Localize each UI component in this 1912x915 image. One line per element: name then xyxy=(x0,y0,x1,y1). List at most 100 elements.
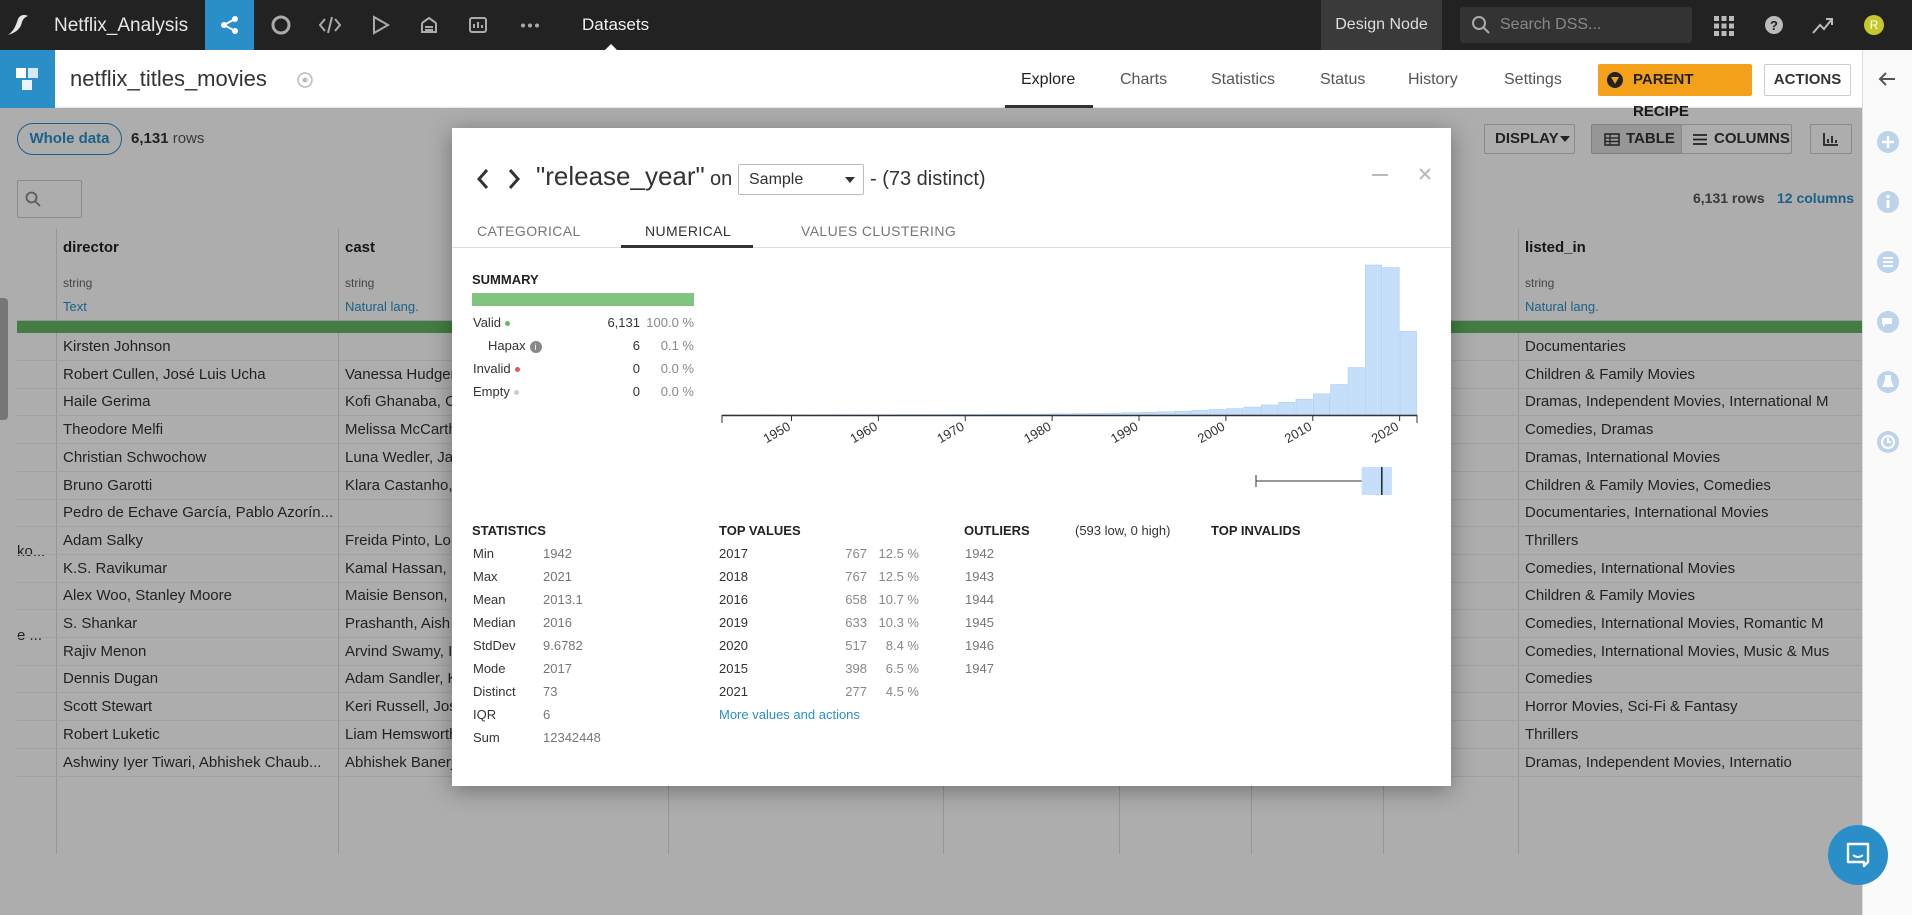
top-value-label[interactable]: 2015 xyxy=(719,661,748,676)
hapax-info-icon[interactable]: i xyxy=(529,340,542,353)
top-value-count: 277 xyxy=(845,684,867,699)
more-values-link[interactable]: More values and actions xyxy=(719,707,860,722)
histogram-x-tick-label: 1980 xyxy=(1021,419,1054,446)
histogram-bar[interactable] xyxy=(1295,398,1313,416)
discussions-icon[interactable] xyxy=(1876,310,1900,334)
column-title: "release_year" xyxy=(536,161,705,191)
top-value-label[interactable]: 2019 xyxy=(719,615,748,630)
previous-column-icon[interactable] xyxy=(476,168,490,190)
top-value-percent: 10.3 % xyxy=(878,615,919,630)
statistics-heading: STATISTICS xyxy=(472,523,546,538)
histogram-bar[interactable] xyxy=(1243,406,1261,416)
tab-charts[interactable]: Charts xyxy=(1120,71,1167,89)
top-value-count: 658 xyxy=(845,592,867,607)
status-dot-icon xyxy=(514,367,520,373)
histogram-bar[interactable] xyxy=(1139,412,1157,416)
top-value-label[interactable]: 2021 xyxy=(719,684,748,699)
datasets-section-label[interactable]: Datasets xyxy=(582,15,649,35)
search-icon xyxy=(1472,16,1490,34)
histogram-bar[interactable] xyxy=(1365,264,1383,416)
deploy-button[interactable] xyxy=(407,0,451,50)
details-list-icon[interactable] xyxy=(1876,250,1900,274)
dataset-info-icon[interactable] xyxy=(296,71,314,89)
add-plus-icon[interactable] xyxy=(1876,130,1900,154)
tab-categorical[interactable]: CATEGORICAL xyxy=(477,223,581,239)
histogram-bar[interactable] xyxy=(1330,384,1348,416)
stack-icon xyxy=(421,16,437,33)
histogram-bar[interactable] xyxy=(1156,411,1174,416)
user-avatar[interactable]: R xyxy=(1864,15,1884,35)
histogram-bar[interactable] xyxy=(1173,410,1191,416)
timeline-clock-icon[interactable] xyxy=(1876,430,1900,454)
outliers-summary: (593 low, 0 high) xyxy=(1075,523,1171,538)
dashboard-button[interactable] xyxy=(456,0,500,50)
dataset-header: netflix_titles_movies Explore Charts Sta… xyxy=(0,50,1862,120)
summary-label-text: Empty xyxy=(473,384,510,399)
tab-explore[interactable]: Explore xyxy=(1021,71,1075,89)
design-node-label[interactable]: Design Node xyxy=(1321,0,1442,50)
summary-count: 0 xyxy=(632,384,640,399)
histogram-bar[interactable] xyxy=(1312,393,1330,416)
tab-statistics[interactable]: Statistics xyxy=(1211,71,1275,89)
histogram-bar[interactable] xyxy=(1104,412,1122,416)
search-placeholder: Search DSS... xyxy=(1500,16,1602,33)
run-button[interactable] xyxy=(358,0,402,50)
next-column-icon[interactable] xyxy=(507,168,521,190)
histogram-bar[interactable] xyxy=(1278,402,1296,416)
histogram-x-tick-label: 1970 xyxy=(934,419,967,446)
close-icon[interactable] xyxy=(1418,167,1432,181)
tab-status[interactable]: Status xyxy=(1320,71,1365,89)
top-value-label[interactable]: 2017 xyxy=(719,546,748,561)
code-button[interactable] xyxy=(308,0,352,50)
dataset-title[interactable]: netflix_titles_movies xyxy=(70,66,267,92)
project-name[interactable]: Netflix_Analysis xyxy=(54,15,188,37)
stat-label: Distinct xyxy=(473,684,516,699)
collapse-arrow-left-icon[interactable] xyxy=(1878,71,1896,87)
parent-recipe-button[interactable]: PARENT RECIPE xyxy=(1598,64,1752,120)
support-chat-button[interactable] xyxy=(1828,825,1888,885)
more-menu-button[interactable] xyxy=(507,0,551,50)
histogram-x-tick-label: 1950 xyxy=(760,419,793,446)
tab-settings[interactable]: Settings xyxy=(1504,71,1562,89)
histogram-x-tick-label: 1960 xyxy=(847,419,880,446)
left-panel-handle[interactable] xyxy=(0,298,8,420)
summary-count: 6,131 xyxy=(607,315,640,330)
histogram-x-tick-label: 2000 xyxy=(1195,419,1228,446)
top-value-label[interactable]: 2018 xyxy=(719,569,748,584)
minimize-icon[interactable] xyxy=(1372,174,1388,177)
boxplot-box[interactable] xyxy=(1361,467,1392,495)
top-value-label[interactable]: 2020 xyxy=(719,638,748,653)
histogram-bar[interactable] xyxy=(1260,404,1278,416)
flow-button[interactable] xyxy=(205,0,254,50)
dataset-type-badge xyxy=(0,50,55,108)
histogram-bar[interactable] xyxy=(1399,331,1417,416)
chat-bubble-icon xyxy=(1846,842,1870,868)
tab-numerical[interactable]: NUMERICAL xyxy=(645,223,731,239)
stat-value: 2016 xyxy=(543,615,572,630)
histogram-bar[interactable] xyxy=(1121,412,1139,416)
apps-grid-icon[interactable] xyxy=(1713,15,1735,37)
tab-history[interactable]: History xyxy=(1408,71,1458,89)
help-icon[interactable]: ? xyxy=(1764,15,1784,35)
sample-select[interactable]: Sample xyxy=(738,164,864,195)
histogram-bar[interactable] xyxy=(1191,410,1209,416)
histogram-bar[interactable] xyxy=(1382,267,1400,416)
activity-trend-icon[interactable] xyxy=(1812,15,1834,35)
histogram-bar[interactable] xyxy=(1347,367,1365,416)
actions-button[interactable]: ACTIONS xyxy=(1764,64,1851,96)
histogram-bar[interactable] xyxy=(1226,408,1244,416)
top-value-label[interactable]: 2016 xyxy=(719,592,748,607)
global-search-box[interactable]: Search DSS... xyxy=(1460,7,1692,43)
stat-label: IQR xyxy=(473,707,497,722)
stat-value: 2013.1 xyxy=(543,592,583,607)
top-value-percent: 10.7 % xyxy=(878,592,919,607)
tab-values-clustering[interactable]: VALUES CLUSTERING xyxy=(801,223,956,239)
release-year-boxplot[interactable] xyxy=(1252,464,1397,498)
stat-label: Mode xyxy=(473,661,506,676)
histogram-bar[interactable] xyxy=(1208,409,1226,416)
lab-button[interactable] xyxy=(259,0,303,50)
lab-flask-icon[interactable] xyxy=(1876,370,1900,394)
info-icon[interactable] xyxy=(1876,190,1900,214)
release-year-histogram[interactable]: 1950 1960 1970 1980 1990 2000 2010 2020 xyxy=(717,263,1442,463)
dataiku-bird-logo-icon[interactable] xyxy=(6,13,32,37)
